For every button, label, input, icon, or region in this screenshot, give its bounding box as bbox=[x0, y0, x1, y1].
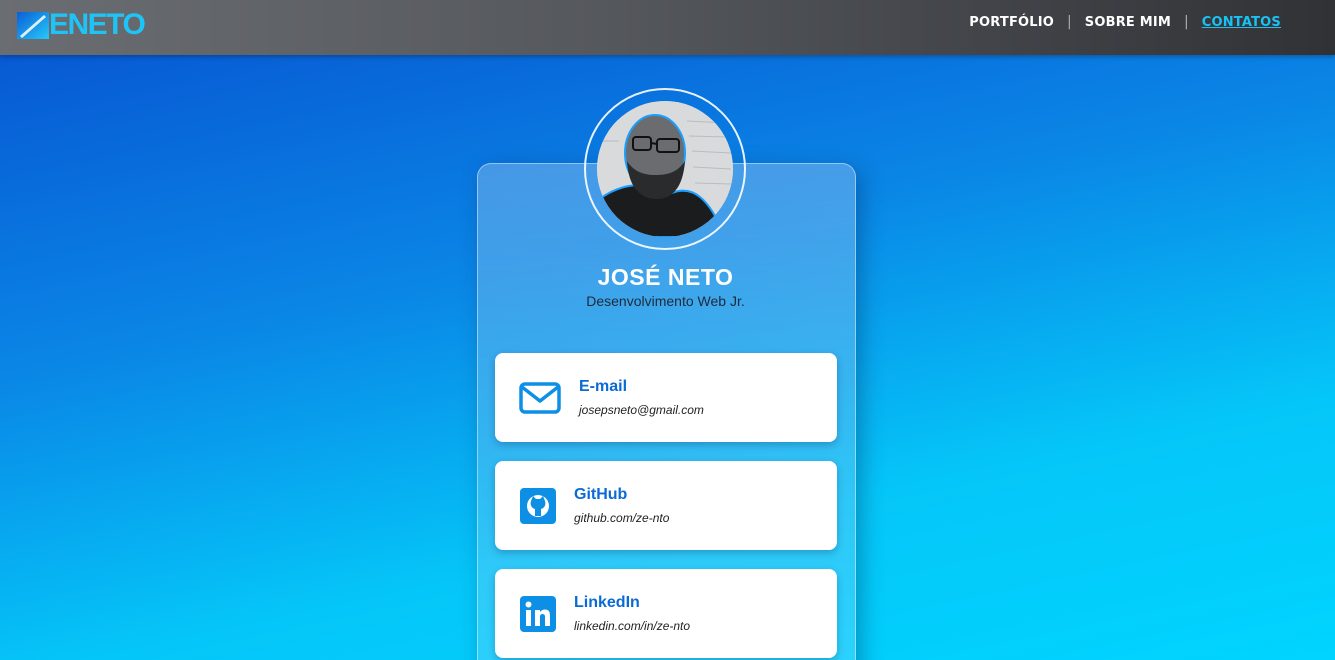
contact-card-github[interactable]: GitHub github.com/ze-nto bbox=[495, 461, 837, 550]
contact-title-email: E-mail bbox=[579, 378, 628, 395]
contact-title-linkedin: LinkedIn bbox=[574, 594, 640, 611]
nav-separator: | bbox=[1184, 14, 1189, 30]
avatar bbox=[597, 101, 733, 237]
site-logo[interactable]: ENETO bbox=[17, 8, 146, 41]
top-navigation-bar: ENETO PORTFÓLIO | SOBRE MIM | CONTATOS bbox=[0, 0, 1335, 55]
contact-value-linkedin[interactable]: linkedin.com/in/ze-nto bbox=[574, 619, 690, 633]
logo-text: ENETO bbox=[49, 8, 146, 41]
nav-link-sobre-mim[interactable]: SOBRE MIM bbox=[1085, 15, 1171, 30]
logo-mark-icon bbox=[17, 11, 49, 39]
contact-title-github: GitHub bbox=[574, 486, 628, 503]
envelope-icon bbox=[519, 381, 561, 415]
profile-photo bbox=[597, 101, 733, 237]
nav-link-portfolio[interactable]: PORTFÓLIO bbox=[969, 15, 1054, 30]
profile-role: Desenvolvimento Web Jr. bbox=[586, 293, 745, 309]
github-icon bbox=[519, 488, 557, 524]
main-nav: PORTFÓLIO | SOBRE MIM | CONTATOS bbox=[969, 13, 1281, 31]
profile-name: JOSÉ NETO bbox=[597, 264, 734, 290]
contact-value-github[interactable]: github.com/ze-nto bbox=[574, 511, 669, 525]
nav-link-contatos[interactable]: CONTATOS bbox=[1202, 15, 1281, 30]
contact-card-email[interactable]: E-mail josepsneto@gmail.com bbox=[495, 353, 837, 442]
contact-card-linkedin[interactable]: LinkedIn linkedin.com/in/ze-nto bbox=[495, 569, 837, 658]
nav-separator: | bbox=[1067, 14, 1072, 30]
linkedin-icon bbox=[519, 596, 557, 632]
contact-value-email[interactable]: josepsneto@gmail.com bbox=[579, 403, 704, 417]
